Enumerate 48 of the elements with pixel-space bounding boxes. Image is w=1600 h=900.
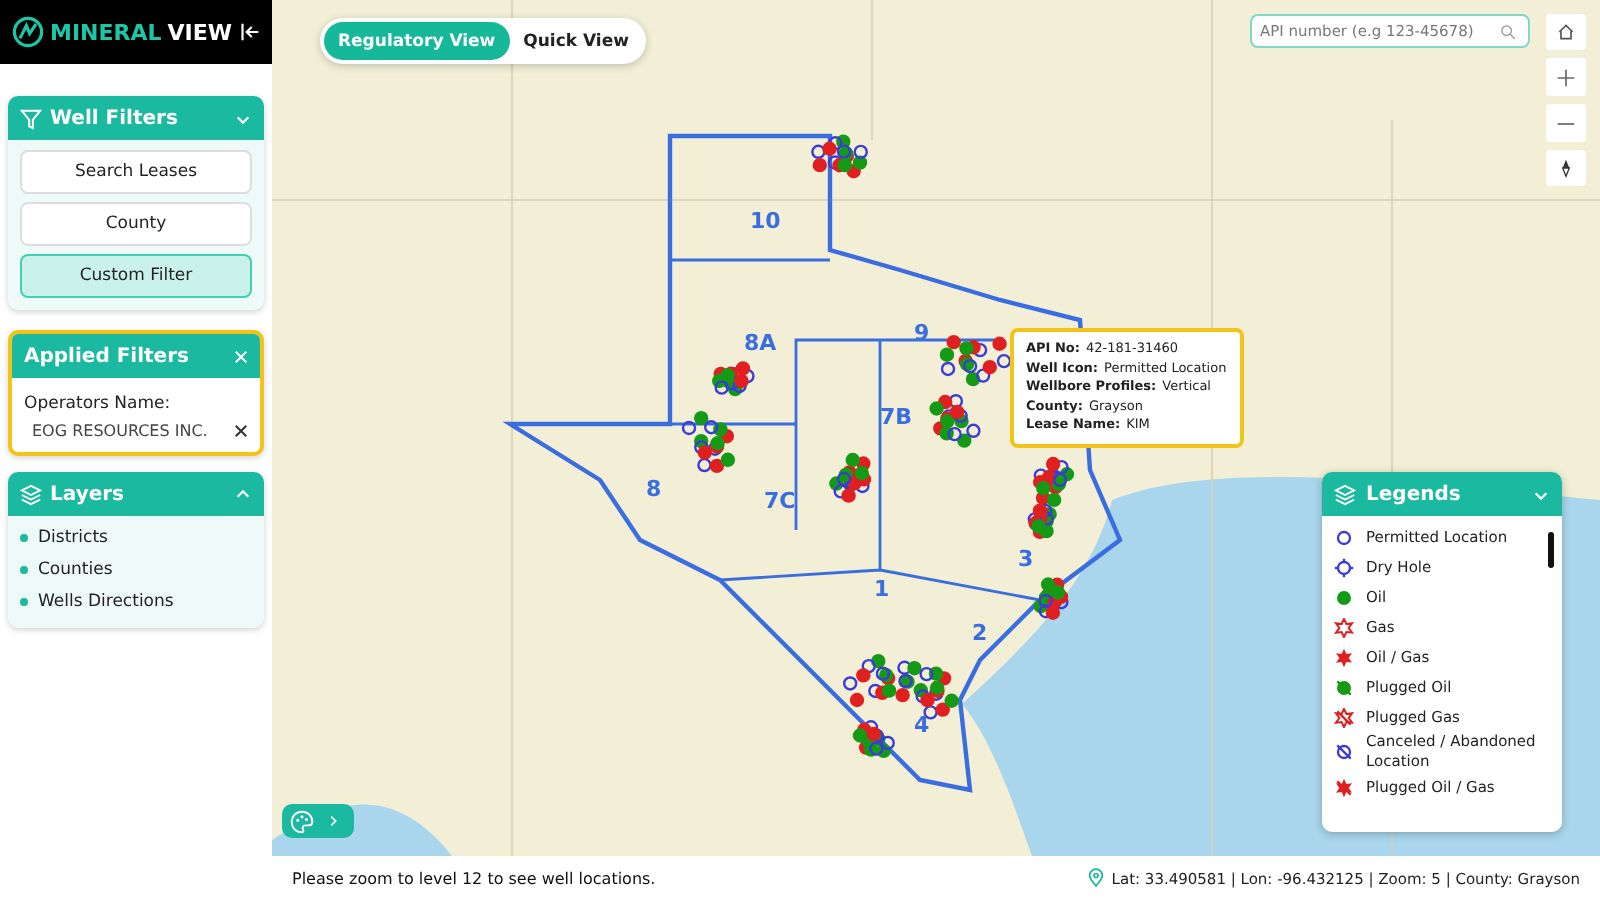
district-label: 1 xyxy=(874,576,890,602)
collapse-sidebar-icon[interactable] xyxy=(240,22,260,42)
well-filters-title: Well Filters xyxy=(50,107,178,129)
bullet-icon xyxy=(20,534,28,542)
bullet-icon xyxy=(20,566,28,574)
compass-button[interactable] xyxy=(1546,150,1586,186)
remove-filter-icon[interactable] xyxy=(234,424,248,438)
close-icon[interactable] xyxy=(234,349,248,363)
legends-title: Legends xyxy=(1366,483,1461,505)
logo-icon xyxy=(12,16,44,48)
view-tab[interactable]: Quick View xyxy=(509,22,643,60)
layer-item[interactable]: Wells Directions xyxy=(38,592,174,612)
status-message: Please zoom to level 12 to see well locations. xyxy=(292,869,656,887)
chevron-right-icon xyxy=(326,814,340,828)
zoom-in-button[interactable] xyxy=(1546,58,1586,96)
applied-filters-title: Applied Filters xyxy=(24,345,189,367)
palette-icon xyxy=(290,809,314,833)
search-icon xyxy=(1500,23,1516,39)
home-button[interactable] xyxy=(1546,14,1586,50)
bullet-icon xyxy=(20,598,28,606)
district-label: 8 xyxy=(646,476,662,502)
district-label: 2 xyxy=(972,620,988,646)
district-label: 8A xyxy=(744,330,777,356)
layers-icon xyxy=(20,483,42,505)
funnel-icon xyxy=(20,107,42,129)
filter-label: Operators Name: xyxy=(24,394,173,414)
compass-icon xyxy=(1556,158,1576,178)
filter-button[interactable]: Search Leases xyxy=(20,150,252,194)
filter-button[interactable]: County xyxy=(20,202,252,246)
zoom-out-button[interactable] xyxy=(1546,104,1586,142)
district-label: 7B xyxy=(880,404,913,430)
brand-name-suffix: VIEW xyxy=(167,19,233,45)
filter-button[interactable]: Custom Filter xyxy=(20,254,252,298)
location-pin-icon xyxy=(1087,868,1104,888)
layers-title: Layers xyxy=(50,483,124,505)
filter-value: EOG RESOURCES INC. xyxy=(32,422,208,440)
district-label: 4 xyxy=(914,712,930,738)
plus-icon xyxy=(1556,67,1576,87)
district-label: 3 xyxy=(1018,546,1034,572)
theme-button[interactable] xyxy=(282,804,354,838)
brand-name: MINERAL xyxy=(50,19,162,45)
district-label: 10 xyxy=(750,208,781,234)
layers-icon xyxy=(1334,483,1356,505)
layer-item[interactable]: Counties xyxy=(38,560,113,580)
district-label: 7C xyxy=(764,488,796,514)
chevron-icon[interactable] xyxy=(234,485,252,503)
layer-item[interactable]: Districts xyxy=(38,528,108,548)
home-icon xyxy=(1556,22,1576,42)
